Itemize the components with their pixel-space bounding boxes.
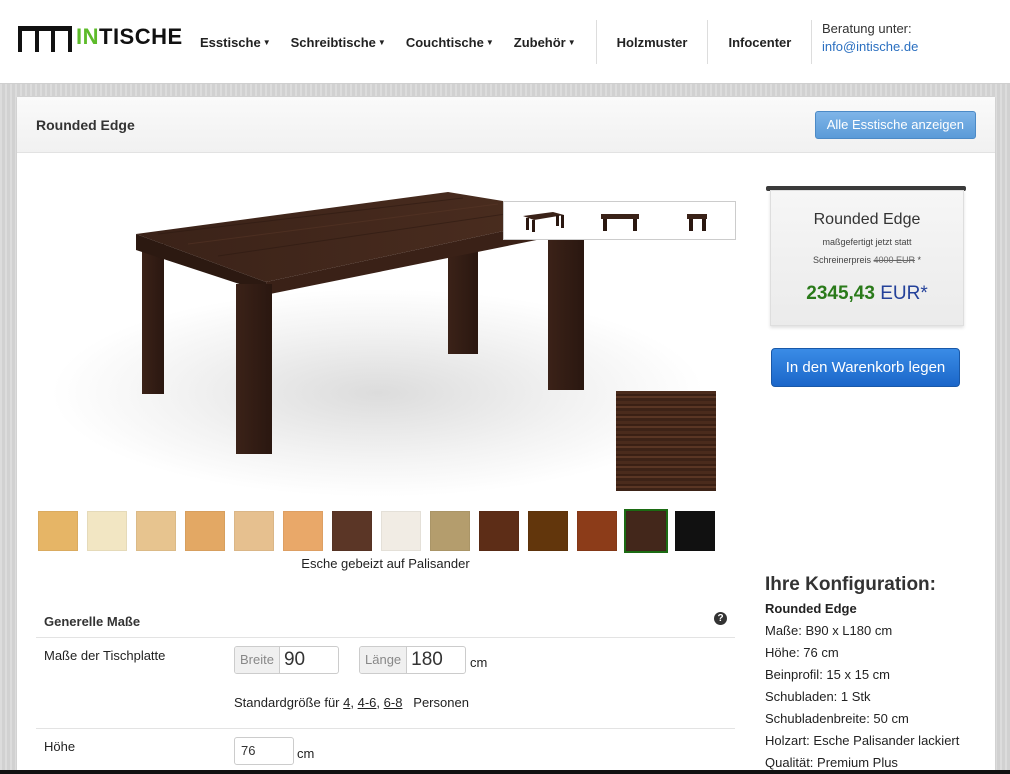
selected-wood-preview (616, 391, 716, 491)
laenge-value[interactable]: 180 (407, 647, 447, 673)
current-price: 2345,43 EUR* (806, 283, 928, 304)
view-perspective-icon[interactable] (518, 206, 568, 236)
caret-down-icon: ▼ (485, 37, 494, 47)
wood-swatch[interactable] (87, 511, 127, 551)
consult-email-link[interactable]: info@intische.de (822, 39, 918, 54)
wood-swatch[interactable] (283, 511, 323, 551)
config-product-name: Rounded Edge (765, 601, 857, 616)
height-input[interactable]: 76 (234, 737, 294, 765)
page-title: Rounded Edge (36, 117, 135, 133)
standard-sizes: Standardgröße für 4, 4-6, 6-8 Personen (234, 695, 469, 710)
breite-addon: Breite (235, 647, 280, 673)
wood-swatch[interactable] (381, 511, 421, 551)
wood-swatch[interactable] (38, 511, 78, 551)
wood-swatch[interactable] (136, 511, 176, 551)
wood-swatch[interactable] (528, 511, 568, 551)
configuration-summary: Rounded Edge Maße: B90 x L180 cm Höhe: 7… (765, 598, 959, 774)
wood-swatch[interactable] (577, 511, 617, 551)
config-line: Holzart: Esche Palisander lackiert (765, 733, 960, 748)
price-subtitle: maßgefertigt jetzt statt (822, 237, 912, 247)
nav-infocenter[interactable]: Infocenter (718, 35, 801, 50)
add-to-cart-button[interactable]: In den Warenkorb legen (771, 348, 960, 387)
std-size-link[interactable]: 6-8 (384, 695, 403, 710)
wood-caption: Esche gebeizt auf Palisander (301, 556, 470, 571)
config-line: Schubladen: 1 Stk (765, 689, 871, 704)
wood-swatch[interactable] (430, 511, 470, 551)
configuration-title: Ihre Konfiguration: (765, 574, 936, 595)
nav-divider (811, 20, 813, 64)
caret-down-icon: ▼ (262, 37, 271, 47)
form-divider (36, 728, 735, 729)
price-product-name: Rounded Edge (813, 211, 921, 228)
config-line: Maße: B90 x L180 cm (765, 623, 893, 638)
wood-swatch[interactable] (624, 509, 668, 553)
logo-text: INTISCHE (76, 24, 183, 49)
view-side-icon[interactable] (672, 206, 722, 236)
laenge-addon: Länge (360, 647, 408, 673)
laenge-input[interactable]: Länge 180 (359, 646, 466, 674)
show-all-esstische-button[interactable]: Alle Esstische anzeigen (814, 111, 976, 139)
main-nav: Esstische ▼ Schreibtische ▼ Couchtische ▼ Z… (190, 0, 822, 84)
consultation-contact: Beratung unter: info@intische.de (822, 20, 918, 56)
height-unit: cm (297, 746, 315, 761)
config-line: Schubladenbreite: 50 cm (765, 711, 909, 726)
consult-label: Beratung unter: (822, 21, 912, 36)
config-line: Höhe: 76 cm (765, 645, 839, 660)
std-size-link[interactable]: 4 (343, 695, 350, 710)
wood-swatch[interactable] (185, 511, 225, 551)
wood-swatch[interactable] (479, 511, 519, 551)
std-size-link[interactable]: 4-6 (358, 695, 377, 710)
breite-input[interactable]: Breite 90 (234, 646, 339, 674)
height-label: Höhe (44, 739, 76, 754)
bottom-edge (0, 770, 1010, 774)
section-header: Generelle Maße ? (36, 604, 735, 638)
logo[interactable]: INTISCHE (18, 24, 183, 56)
caret-down-icon: ▼ (567, 37, 576, 47)
tabletop-dimensions-label: Maße der Tischplatte (44, 648, 166, 663)
section-title: Generelle Maße (44, 614, 141, 629)
wood-swatch[interactable] (332, 511, 372, 551)
view-switcher (503, 201, 736, 240)
nav-divider (707, 20, 709, 64)
wood-swatch[interactable] (675, 511, 715, 551)
nav-zubehoer[interactable]: Zubehör ▼ (504, 35, 586, 50)
view-front-icon[interactable] (595, 206, 645, 236)
old-price: Schreinerpreis 4000 EUR * (812, 255, 922, 265)
wood-swatches (38, 509, 715, 553)
caret-down-icon: ▼ (377, 37, 386, 47)
nav-divider (595, 20, 597, 64)
dimension-unit: cm (470, 655, 488, 670)
nav-holzmuster[interactable]: Holzmuster (607, 35, 698, 50)
config-line: Beinprofil: 15 x 15 cm (765, 667, 891, 682)
wood-swatch[interactable] (234, 511, 274, 551)
panel-header: Rounded Edge Alle Esstische anzeigen (17, 97, 995, 153)
nav-schreibtische[interactable]: Schreibtische ▼ (281, 35, 396, 50)
nav-esstische[interactable]: Esstische ▼ (190, 35, 281, 50)
logo-mark-icon (18, 24, 74, 56)
price-tag: Rounded Edge maßgefertigt jetzt statt Sc… (770, 190, 964, 326)
top-navigation: INTISCHE Esstische ▼ Schreibtische ▼ Couch… (0, 0, 1010, 84)
breite-value[interactable]: 90 (279, 647, 310, 673)
nav-couchtische[interactable]: Couchtische ▼ (396, 35, 504, 50)
help-icon[interactable]: ? (714, 612, 727, 625)
